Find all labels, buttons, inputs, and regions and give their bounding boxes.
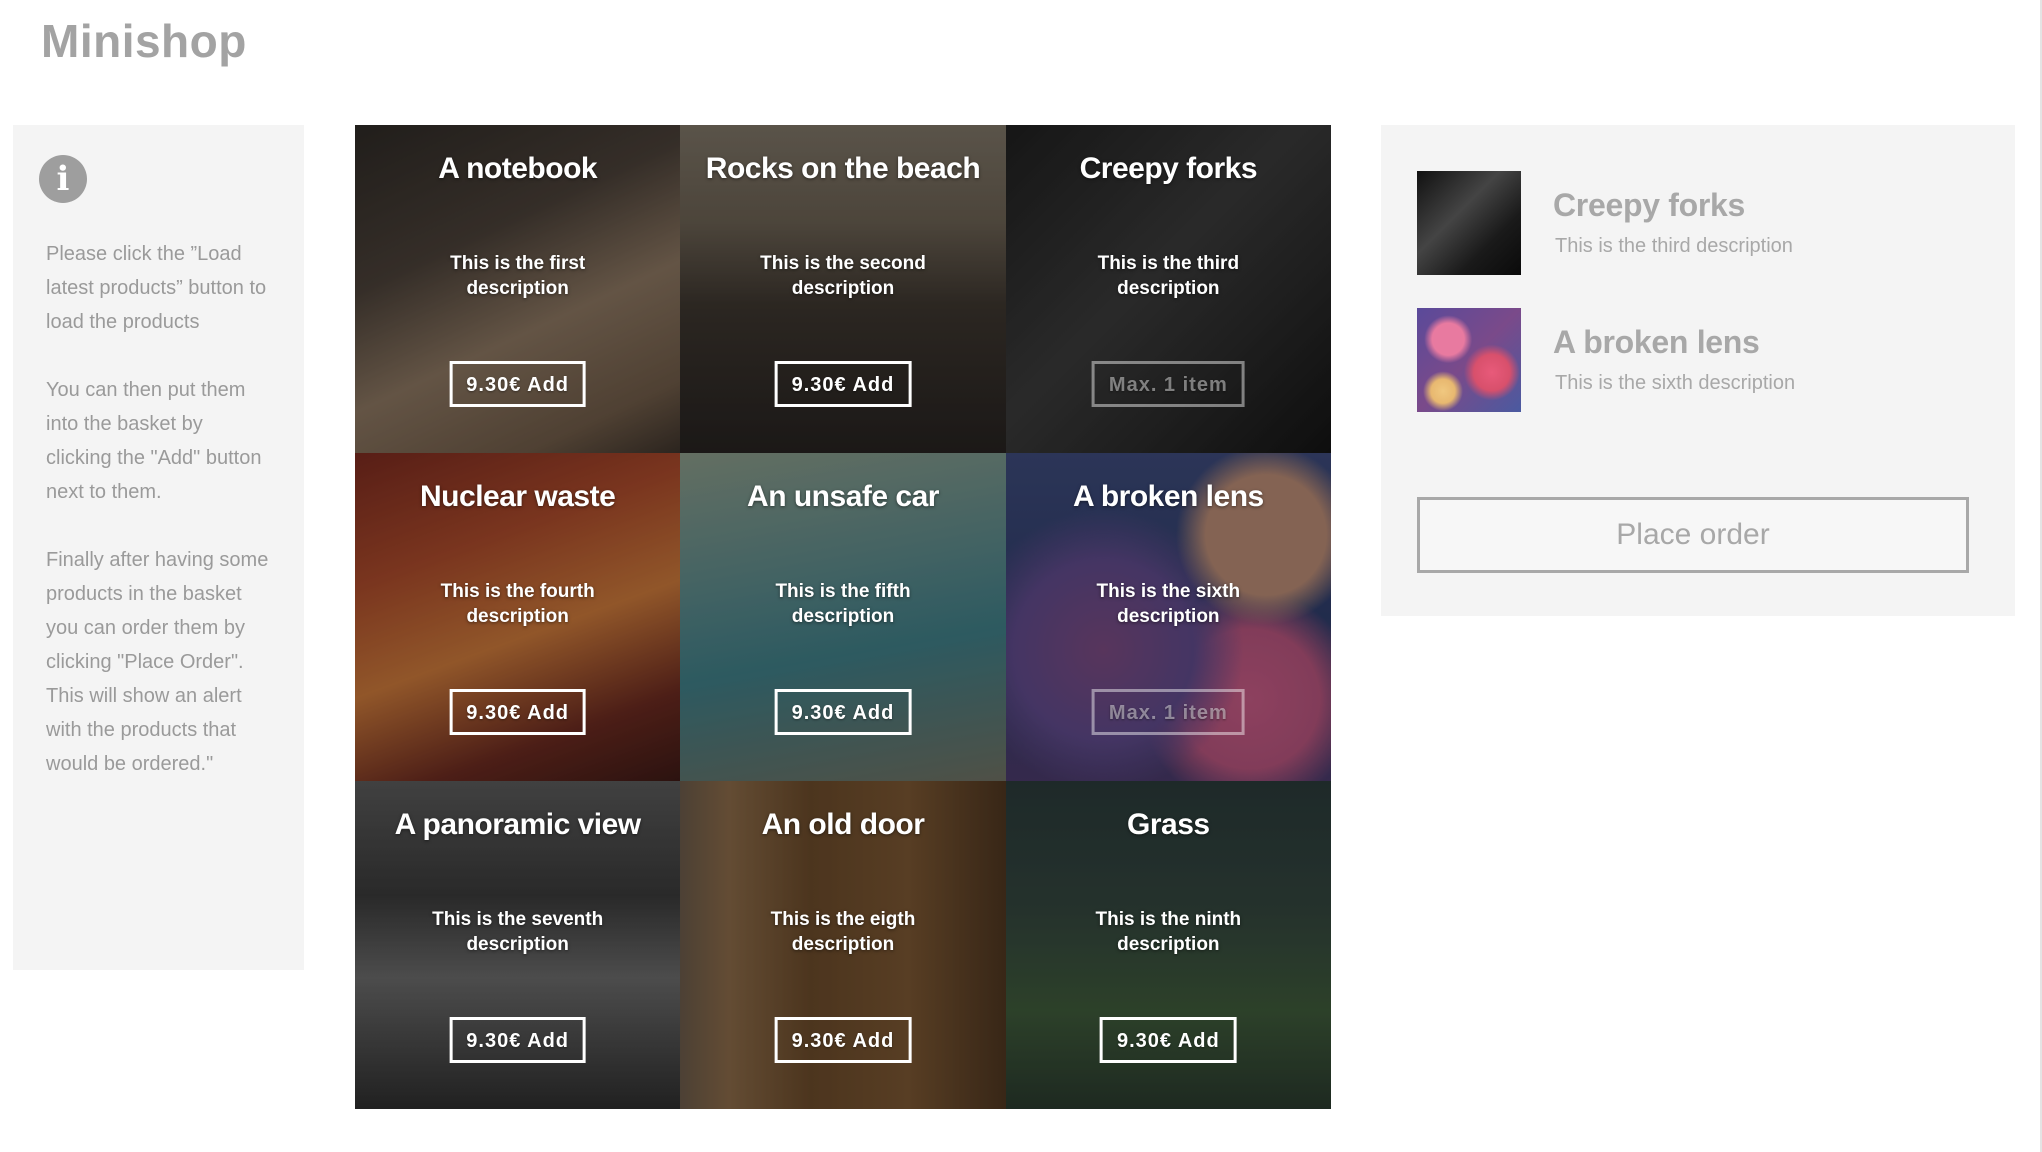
product-description: This is the sixth description xyxy=(1096,581,1241,627)
product-title: Nuclear waste xyxy=(420,480,616,513)
product-description: This is the third description xyxy=(1097,253,1240,299)
max-item-button[interactable]: Max. 1 item xyxy=(1091,689,1245,735)
app-root: Minishop i Please click the ”Load latest… xyxy=(0,0,2042,1152)
product-card: A broken lens This is the sixth descript… xyxy=(1005,453,1331,781)
place-order-button[interactable]: Place order xyxy=(1417,497,1969,573)
product-card: An unsafe car This is the fifth descript… xyxy=(680,453,1006,781)
basket-item: A broken lens This is the sixth descript… xyxy=(1417,308,1977,412)
basket-panel: Creepy forks This is the third descripti… xyxy=(1381,125,2015,616)
add-button[interactable]: 9.30€ Add xyxy=(449,1017,587,1063)
info-paragraph: Finally after having some products in th… xyxy=(46,549,269,775)
info-paragraph: Please click the ”Load latest products” … xyxy=(46,243,267,333)
basket-item-name: A broken lens xyxy=(1553,324,1760,360)
info-paragraph: You can then put them into the basket by… xyxy=(46,379,262,503)
add-button[interactable]: 9.30€ Add xyxy=(774,689,912,735)
product-description: This is the seventh description xyxy=(432,909,604,955)
info-icon: i xyxy=(39,155,87,203)
info-text: Please click the ”Load latest products” … xyxy=(46,237,270,815)
product-title: An unsafe car xyxy=(747,480,939,513)
product-title: A panoramic view xyxy=(394,808,641,841)
basket-item: Creepy forks This is the third descripti… xyxy=(1417,171,1977,275)
info-panel: i Please click the ”Load latest products… xyxy=(13,125,304,970)
product-description: This is the fourth description xyxy=(440,581,595,627)
basket-item-description: This is the sixth description xyxy=(1555,372,1796,394)
product-description: This is the eigth description xyxy=(770,909,916,955)
product-description: This is the first description xyxy=(450,253,586,299)
basket-thumbnail xyxy=(1417,171,1521,275)
add-button[interactable]: 9.30€ Add xyxy=(449,689,587,735)
add-button[interactable]: 9.30€ Add xyxy=(774,1017,912,1063)
product-card: Creepy forks This is the third descripti… xyxy=(1005,125,1331,453)
product-description: This is the second description xyxy=(760,253,926,299)
add-button[interactable]: 9.30€ Add xyxy=(774,361,912,407)
product-title: Creepy forks xyxy=(1079,152,1258,185)
product-card: Rocks on the beach This is the second de… xyxy=(680,125,1006,453)
product-description: This is the fifth description xyxy=(775,581,911,627)
add-button[interactable]: 9.30€ Add xyxy=(1099,1017,1237,1063)
basket-item-description: This is the third description xyxy=(1555,235,1793,257)
product-card: An old door This is the eigth descriptio… xyxy=(680,781,1006,1109)
product-title: Rocks on the beach xyxy=(705,152,981,185)
max-item-button[interactable]: Max. 1 item xyxy=(1091,361,1245,407)
product-card: Grass This is the ninth description 9.30… xyxy=(1005,781,1331,1109)
basket-item-name: Creepy forks xyxy=(1553,187,1746,223)
product-title: An old door xyxy=(761,808,925,841)
product-card: A panoramic view This is the seventh des… xyxy=(355,781,681,1109)
basket-thumbnail xyxy=(1417,308,1521,412)
add-button[interactable]: 9.30€ Add xyxy=(449,361,587,407)
product-title: Grass xyxy=(1127,808,1210,841)
product-title: A notebook xyxy=(438,152,598,185)
app-title: Minishop xyxy=(41,15,247,67)
product-description: This is the ninth description xyxy=(1095,909,1242,955)
product-grid: A notebook This is the first description… xyxy=(355,125,1331,1109)
product-card: Nuclear waste This is the fourth descrip… xyxy=(355,453,681,781)
product-card: A notebook This is the first description… xyxy=(355,125,681,453)
product-title: A broken lens xyxy=(1072,480,1264,513)
